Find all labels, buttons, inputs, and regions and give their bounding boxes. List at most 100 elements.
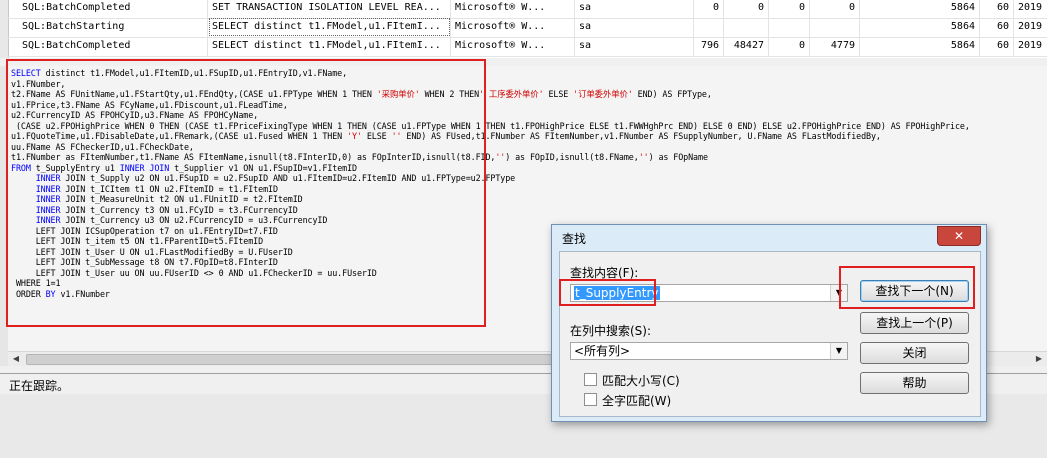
- trace-cell-duration: [810, 17, 860, 37]
- find-next-button[interactable]: 查找下一个(N): [860, 280, 969, 302]
- sql-text-segment: JOIN t_MeasureUnit t2 ON u1.FUnitID = t2…: [60, 194, 303, 204]
- help-button[interactable]: 帮助: [860, 372, 969, 394]
- trace-cell-text: SELECT distinct t1.FModel,u1.FItemI...: [208, 17, 451, 37]
- trace-cell-app: Microsoft® W...: [451, 0, 575, 18]
- sql-keyword: INNER: [35, 183, 61, 194]
- scroll-left-icon[interactable]: ◀: [9, 353, 23, 365]
- trace-cell-login: sa: [575, 0, 694, 18]
- trace-cell-text: SET TRANSACTION ISOLATION LEVEL REA...: [208, 0, 451, 18]
- status-text: 正在跟踪。: [9, 379, 70, 393]
- sql-keyword: INNER JOIN: [119, 162, 170, 173]
- trace-cell-reads: [724, 17, 769, 37]
- sql-text-segment: ORDER: [11, 288, 46, 299]
- sql-text-segment: END) AS FUsed,t1.FNumber AS FItemNumber,…: [401, 131, 881, 141]
- trace-cell-app: Microsoft® W...: [451, 36, 575, 56]
- sql-text-segment: ELSE: [543, 89, 574, 99]
- match-case-checkbox[interactable]: [584, 373, 597, 386]
- sql-string-literal: '采购单价': [376, 89, 420, 99]
- trace-cell-event: SQL:BatchCompleted: [18, 0, 208, 18]
- sql-text-segment: [11, 184, 36, 194]
- trace-cell-event: SQL:BatchCompleted: [18, 36, 208, 56]
- trace-cell-duration: 4779: [810, 36, 860, 56]
- sql-keyword: INNER: [35, 204, 61, 215]
- search-in-value: <所有列>: [574, 344, 631, 358]
- find-dialog: 查找 ✕ 查找内容(F): t_SupplyEntry ▼ 在列中搜索(S): …: [551, 224, 987, 422]
- sql-string-literal: '': [495, 152, 506, 162]
- sql-text-segment: JOIN t_Supply u2 ON u1.FSupID = u2.FSupI…: [60, 173, 516, 183]
- trace-cell-event: SQL:BatchStarting: [18, 17, 208, 37]
- text-pane-gutter: [0, 66, 8, 366]
- dialog-client-area: 查找内容(F): t_SupplyEntry ▼ 在列中搜索(S): <所有列>…: [559, 251, 981, 417]
- find-previous-button[interactable]: 查找上一个(P): [860, 312, 969, 334]
- dialog-titlebar[interactable]: 查找 ✕: [552, 225, 986, 249]
- sql-keyword: INNER: [35, 194, 61, 204]
- scrollbar-thumb[interactable]: [26, 354, 588, 365]
- sql-text-segment: ) as FOpID,isnull(t8.FName,: [505, 152, 639, 162]
- sql-text-segment: JOIN t_Currency t3 ON u1.FCyID = t3.FCur…: [60, 204, 298, 215]
- trace-cell-writes: [769, 17, 810, 37]
- chevron-down-icon[interactable]: ▼: [830, 285, 847, 301]
- sql-keyword: SELECT: [11, 68, 41, 78]
- close-button[interactable]: 关闭: [860, 342, 969, 364]
- whole-word-checkbox[interactable]: [584, 393, 597, 406]
- sql-text-segment: t_SupplyEntry u1: [30, 162, 120, 173]
- trace-cell-reads: 0: [724, 0, 769, 18]
- sql-text-segment: u1.FPrice,t3.FName AS FCyName,u1.FDiscou…: [11, 99, 288, 110]
- trace-cell-reads: 48427: [724, 36, 769, 56]
- sql-string-literal: '': [638, 152, 649, 162]
- trace-cell-start: 2019: [1014, 0, 1047, 18]
- sql-text-segment: [11, 173, 36, 183]
- trace-cell-writes: 0: [769, 0, 810, 18]
- close-icon[interactable]: ✕: [937, 226, 981, 246]
- sql-text-segment: v1.FNumber: [55, 288, 110, 299]
- trace-event-grid[interactable]: SQL:BatchCompleted SET TRANSACTION ISOLAT…: [0, 0, 1047, 58]
- find-what-input[interactable]: t_SupplyEntry: [574, 286, 660, 300]
- sql-keyword: INNER: [35, 173, 61, 183]
- trace-cell-app: Microsoft® W...: [451, 17, 575, 37]
- sql-text-segment: u1.FQuoteTime,u1.FDisableDate,u1.FRemark…: [11, 131, 348, 141]
- match-case-label[interactable]: 匹配大小写(C): [602, 372, 680, 389]
- chevron-down-icon[interactable]: ▼: [830, 343, 847, 359]
- sql-text-segment: uu.FName AS FCheckerID,u1.FCheckDate,: [11, 141, 194, 152]
- sql-text-segment: (CASE u2.FPOHighPrice WHEN 0 THEN (CASE …: [11, 120, 970, 131]
- trace-row[interactable]: SQL:BatchCompleted SELECT distinct t1.FMo…: [8, 36, 1047, 57]
- sql-text-segment: t1.FNumber as FItemNumber,t1.FName AS FI…: [11, 152, 496, 162]
- trace-cell-col2: 60: [980, 0, 1014, 18]
- trace-cell-text: SELECT distinct t1.FModel,u1.FItemI...: [208, 36, 451, 56]
- sql-string-literal: '': [391, 131, 402, 141]
- trace-cell-cpu: [694, 17, 724, 37]
- trace-cell-start: 2019: [1014, 36, 1047, 56]
- trace-cell-col2: 60: [980, 17, 1014, 37]
- trace-cell-login: sa: [575, 17, 694, 37]
- sql-text-segment: JOIN t_ICItem t1 ON u2.FItemID = t1.FIte…: [60, 183, 278, 194]
- trace-cell-start: 2019: [1014, 17, 1047, 37]
- find-what-combo[interactable]: t_SupplyEntry ▼: [570, 284, 848, 302]
- sql-string-literal: '订单委外单价': [573, 89, 633, 99]
- trace-cell-writes: 0: [769, 36, 810, 56]
- sql-text-segment: LEFT JOIN t_SubMessage t8 ON t7.FOpID=t8…: [11, 257, 278, 267]
- trace-cell-spid: 5864: [860, 36, 980, 56]
- trace-cell-login: sa: [575, 36, 694, 56]
- trace-row[interactable]: SQL:BatchStarting SELECT distinct t1.FMod…: [8, 17, 1047, 38]
- sql-text-segment: v1.FNumber,: [11, 78, 66, 89]
- sql-text-segment: ELSE: [361, 131, 392, 141]
- search-in-select[interactable]: <所有列> ▼: [570, 342, 848, 360]
- sql-text-segment: JOIN t_Currency u3 ON u2.FCurrencyID = u…: [60, 215, 328, 225]
- sql-text-segment: LEFT JOIN t_item t5 ON t1.FParentID=t5.F…: [11, 236, 264, 246]
- dialog-title: 查找: [562, 232, 587, 246]
- sql-text-segment: LEFT JOIN t_User U ON u1.FLastModifiedBy…: [11, 246, 293, 257]
- search-in-label: 在列中搜索(S):: [570, 324, 652, 338]
- sql-text-segment: WHERE 1=1: [11, 278, 61, 288]
- sql-text-segment: t2.FName AS FUnitName,u1.FStartQty,u1.FE…: [11, 89, 377, 99]
- trace-cell-spid: 5864: [860, 17, 980, 37]
- sql-keyword: INNER: [35, 215, 61, 225]
- sql-string-literal: ' 工序委外单价': [479, 89, 544, 99]
- sql-keyword: BY: [45, 288, 56, 299]
- trace-cell-duration: 0: [810, 0, 860, 18]
- sql-text-segment: ) as FOpName: [648, 152, 708, 162]
- whole-word-label[interactable]: 全字匹配(W): [602, 392, 671, 409]
- sql-text-segment: t_Supplier v1 ON u1.FSupID=v1.FItemID: [169, 162, 357, 173]
- sql-text-segment: END) AS FPType,: [632, 89, 712, 99]
- sql-string-literal: 'Y': [347, 131, 362, 141]
- scroll-right-icon[interactable]: ▶: [1032, 353, 1046, 365]
